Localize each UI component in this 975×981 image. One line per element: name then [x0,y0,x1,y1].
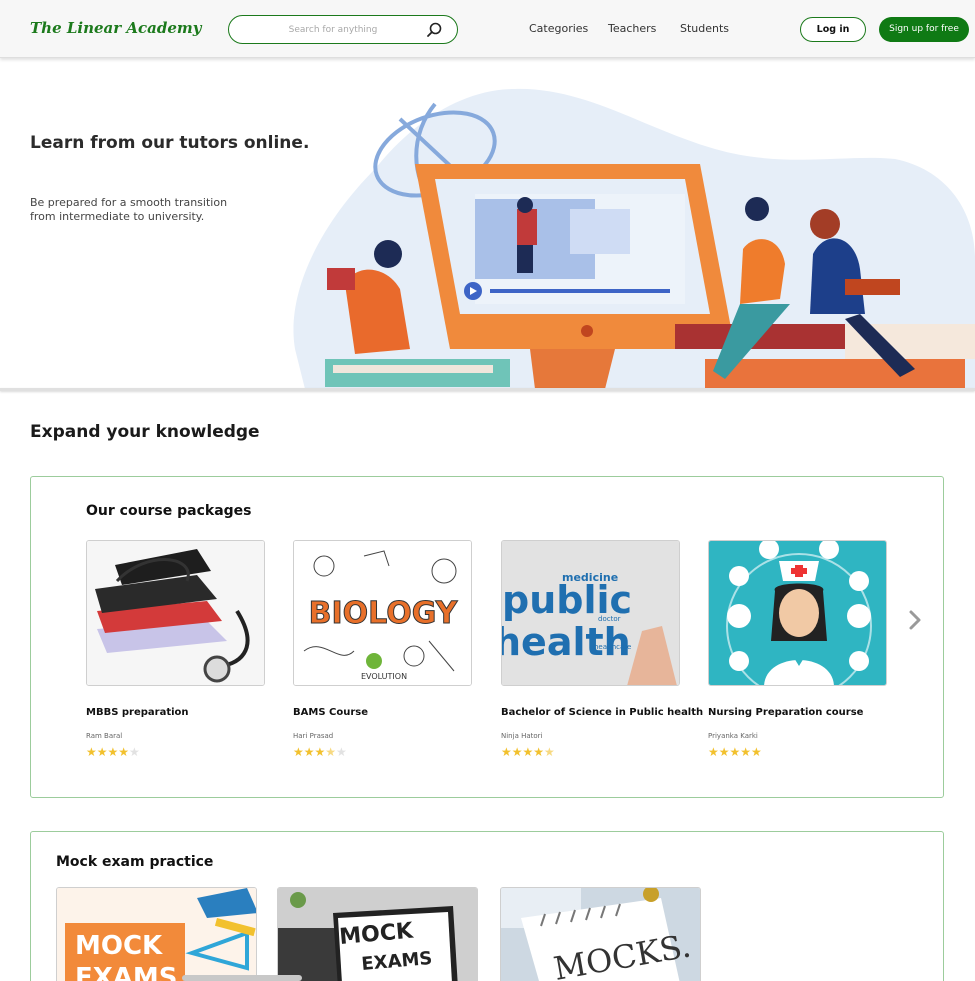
nav-categories[interactable]: Categories [529,22,588,35]
top-header: The Linear Academy Categories Teachers S… [0,0,975,58]
course-image-mbbs[interactable] [86,540,265,686]
course-title[interactable]: BAMS Course [293,707,368,718]
hero-illustration [293,88,975,389]
evolution-word: EVOLUTION [361,672,407,681]
rating-stars: ★★★★★ [501,745,555,759]
hero-divider [0,388,975,391]
signup-button[interactable]: Sign up for free [879,17,969,42]
hero-subtitle-line: from intermediate to university. [30,210,205,223]
mock-exams-image-1: MOCK EXAMS [57,888,256,981]
hero-subtitle-line: Be prepared for a smooth transition [30,196,228,209]
course-author: Hari Prasad [293,732,334,740]
chevron-right-icon[interactable] [906,608,924,632]
biology-doodle-image: BIOLOGY EVOLUTION [294,541,471,685]
site-logo[interactable]: The Linear Academy [30,19,201,37]
public-health-wordcloud-image: public health medicine healthcare doctor [502,541,679,685]
hero-subtitle: Be prepared for a smooth transition from… [30,196,260,224]
course-card[interactable]: public health medicine healthcare doctor… [501,540,703,759]
mock-card[interactable]: MOCKS. [500,887,701,981]
doctor-word: doctor [598,615,621,623]
nav-teachers[interactable]: Teachers [608,22,656,35]
mock-card[interactable]: MOCK EXAMS [277,887,478,981]
course-card[interactable]: MBBS preparation Ram Baral ★★★★★ [86,540,265,759]
mock-word: MOCK [75,931,163,961]
hero-banner: Learn from our tutors online. Be prepare… [0,59,975,389]
mocks-notebook-image: MOCKS. [501,888,700,981]
nurse-illustration-image [709,541,886,685]
course-title[interactable]: Bachelor of Science in Public health [501,707,703,718]
course-author: Ninja Hatori [501,732,543,740]
course-image-public-health[interactable]: public health medicine healthcare doctor [501,540,680,686]
course-author: Ram Baral [86,732,123,740]
star-icon: ★★★★ [86,745,130,759]
course-title[interactable]: Nursing Preparation course [708,707,863,718]
search-icon[interactable] [425,21,443,39]
course-card[interactable]: Nursing Preparation course Priyanka Kark… [708,540,887,759]
hero-title: Learn from our tutors online. [30,133,310,153]
star-icon: ★★★★ [501,745,545,759]
books-stethoscope-image [87,541,264,685]
mock-exam-title: Mock exam practice [56,854,214,870]
course-packages-title: Our course packages [86,503,252,519]
horizontal-scrollbar[interactable] [182,975,302,981]
medicine-word: medicine [562,571,618,584]
login-button[interactable]: Log in [800,17,866,42]
course-packages-panel: Our course packages MBBS preparation Ram… [30,476,944,798]
search-bar[interactable] [228,15,458,44]
star-empty-icon: ★ [129,745,140,759]
course-title[interactable]: MBBS preparation [86,707,189,718]
star-half-icon: ★ [325,745,337,759]
rating-stars: ★★★★★ [86,745,140,759]
star-empty-icon: ★ [336,745,347,759]
star-half-icon: ★ [544,745,555,759]
star-icon: ★★★ [293,745,326,759]
course-author: Priyanka Karki [708,732,758,740]
health-word: health [502,620,631,664]
biology-word: BIOLOGY [309,596,459,631]
mock-card[interactable]: MOCK EXAMS [56,887,257,981]
course-image-bams[interactable]: BIOLOGY EVOLUTION [293,540,472,686]
nav-students[interactable]: Students [680,22,729,35]
course-card[interactable]: BIOLOGY EVOLUTION BAMS Course Hari Prasa… [293,540,472,759]
rating-stars: ★★★★★ [708,745,762,759]
healthcare-word: healthcare [594,643,631,651]
exams-word: EXAMS [75,963,178,981]
star-icon: ★★★★★ [708,745,762,759]
section-title: Expand your knowledge [30,422,260,442]
rating-stars: ★★★★★ [293,745,347,759]
mock-exams-image-2: MOCK EXAMS [278,888,477,981]
course-image-nursing[interactable] [708,540,887,686]
search-input[interactable] [243,20,423,39]
